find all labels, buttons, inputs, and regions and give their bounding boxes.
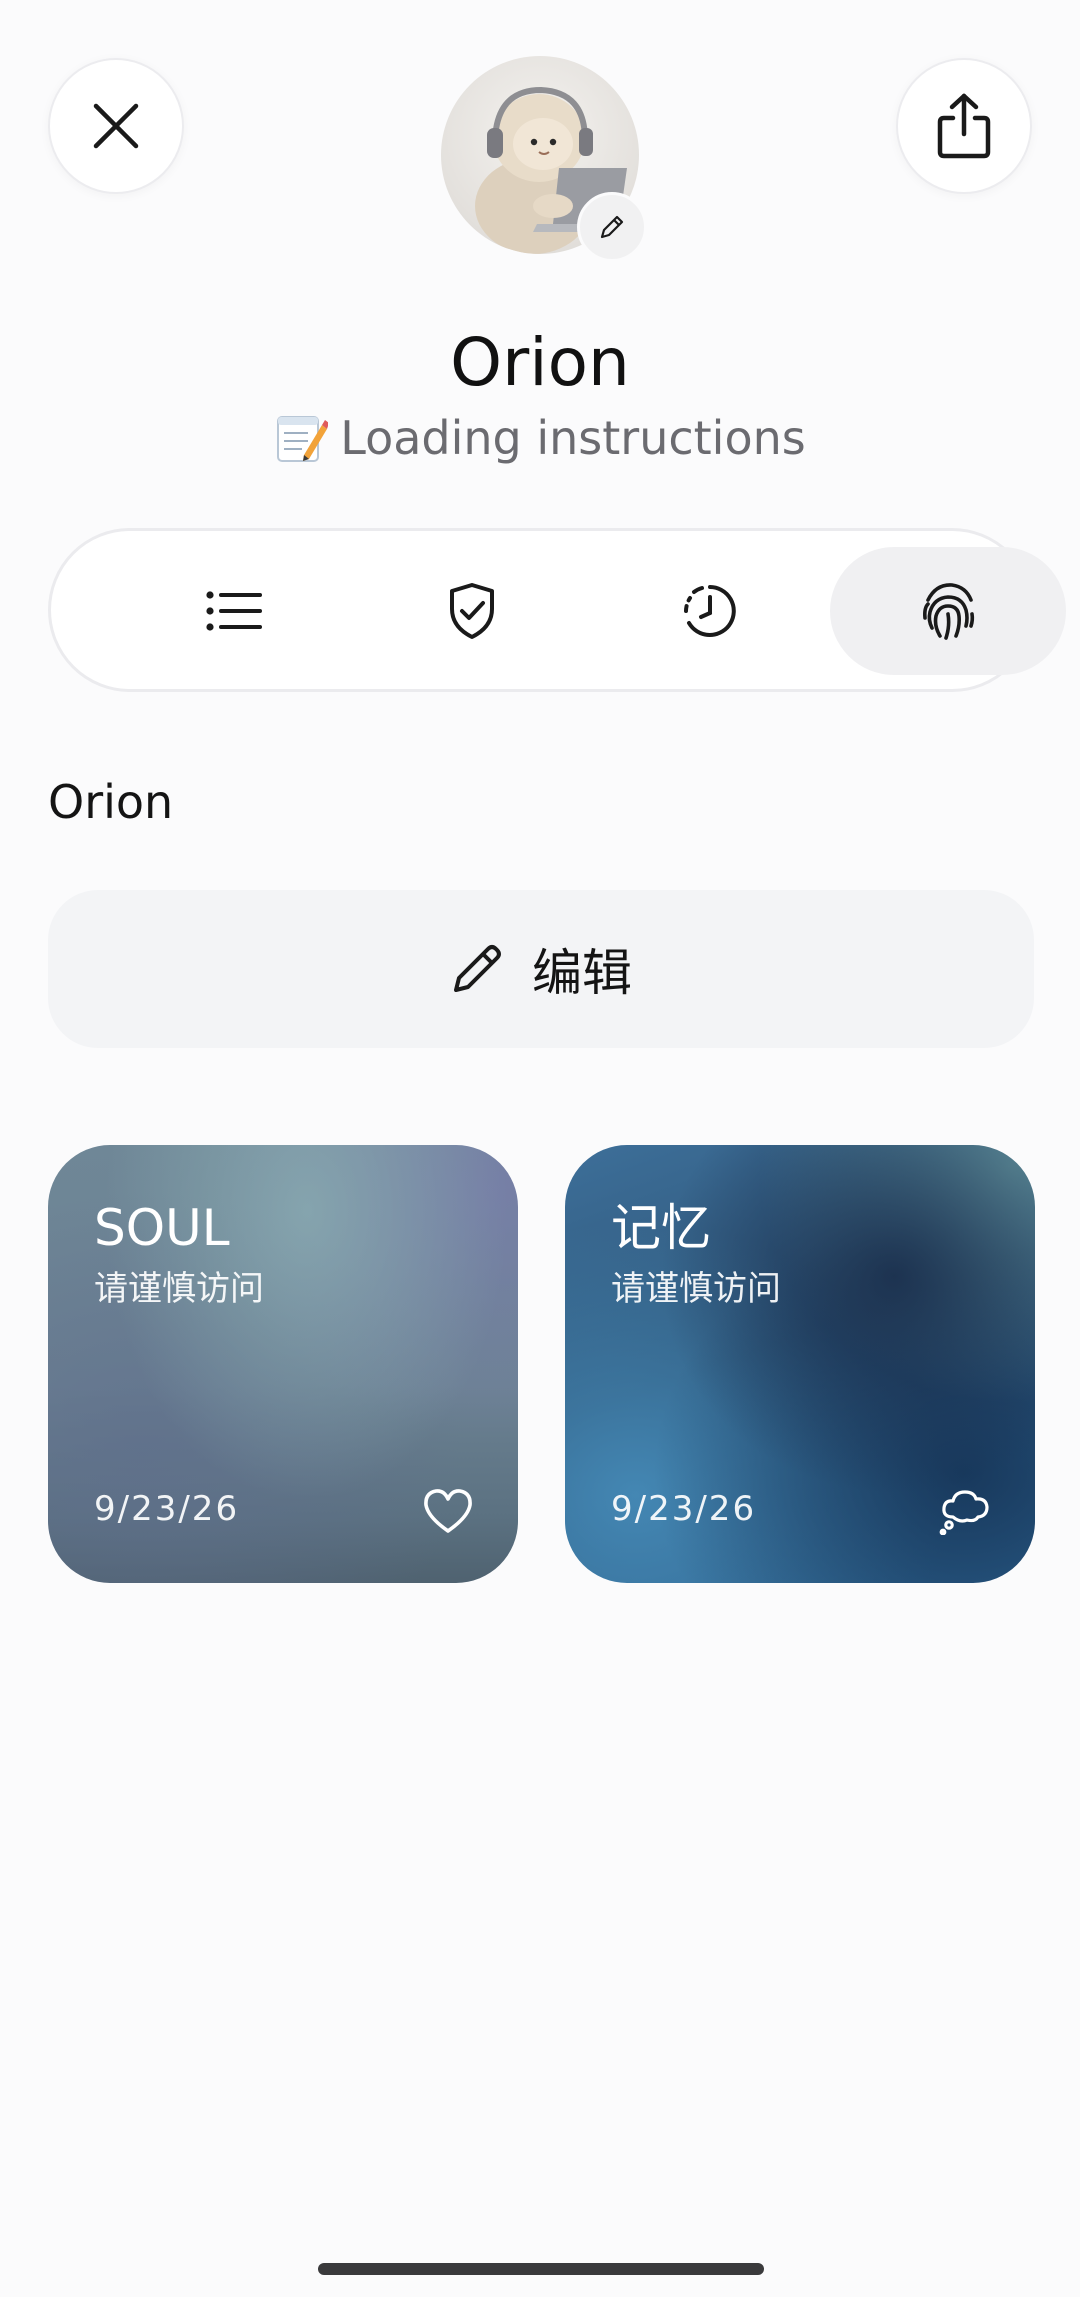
clock-history-icon <box>684 585 736 637</box>
segmented-tab-bar <box>48 528 1066 692</box>
section-label: Orion <box>48 775 174 829</box>
tab-security[interactable] <box>354 547 590 675</box>
tab-list[interactable] <box>116 547 352 675</box>
close-icon <box>93 103 139 149</box>
close-button[interactable] <box>48 58 184 194</box>
pencil-icon <box>600 215 624 239</box>
thought-bubble-icon[interactable] <box>939 1487 991 1535</box>
heart-icon[interactable] <box>422 1487 474 1535</box>
memo-icon <box>274 411 330 465</box>
soul-card[interactable]: SOUL 请谨慎访问 9/23/26 <box>48 1145 518 1583</box>
card-title: SOUL <box>94 1199 230 1257</box>
card-title: 记忆 <box>611 1199 711 1257</box>
card-date: 9/23/26 <box>94 1489 240 1529</box>
pencil-icon <box>454 945 501 992</box>
avatar-container[interactable] <box>441 56 647 262</box>
list-icon <box>206 591 262 631</box>
agent-name: Orion <box>450 324 630 401</box>
edit-button[interactable]: 编辑 <box>48 890 1034 1048</box>
home-indicator[interactable] <box>318 2263 764 2275</box>
avatar-edit-button[interactable] <box>577 192 647 262</box>
edit-button-label: 编辑 <box>532 944 632 1002</box>
fingerprint-icon <box>923 583 975 640</box>
memory-card[interactable]: 记忆 请谨慎访问 9/23/26 <box>565 1145 1035 1583</box>
share-button[interactable] <box>896 58 1032 194</box>
agent-status: Loading instructions <box>0 408 1080 468</box>
tab-history[interactable] <box>592 547 828 675</box>
card-subtitle: 请谨慎访问 <box>94 1269 264 1309</box>
tab-identity[interactable] <box>830 547 1066 675</box>
card-subtitle: 请谨慎访问 <box>611 1269 781 1309</box>
agent-status-text: Loading instructions <box>340 411 806 465</box>
share-icon <box>937 93 991 159</box>
card-date: 9/23/26 <box>611 1489 757 1529</box>
shield-check-icon <box>450 583 494 639</box>
